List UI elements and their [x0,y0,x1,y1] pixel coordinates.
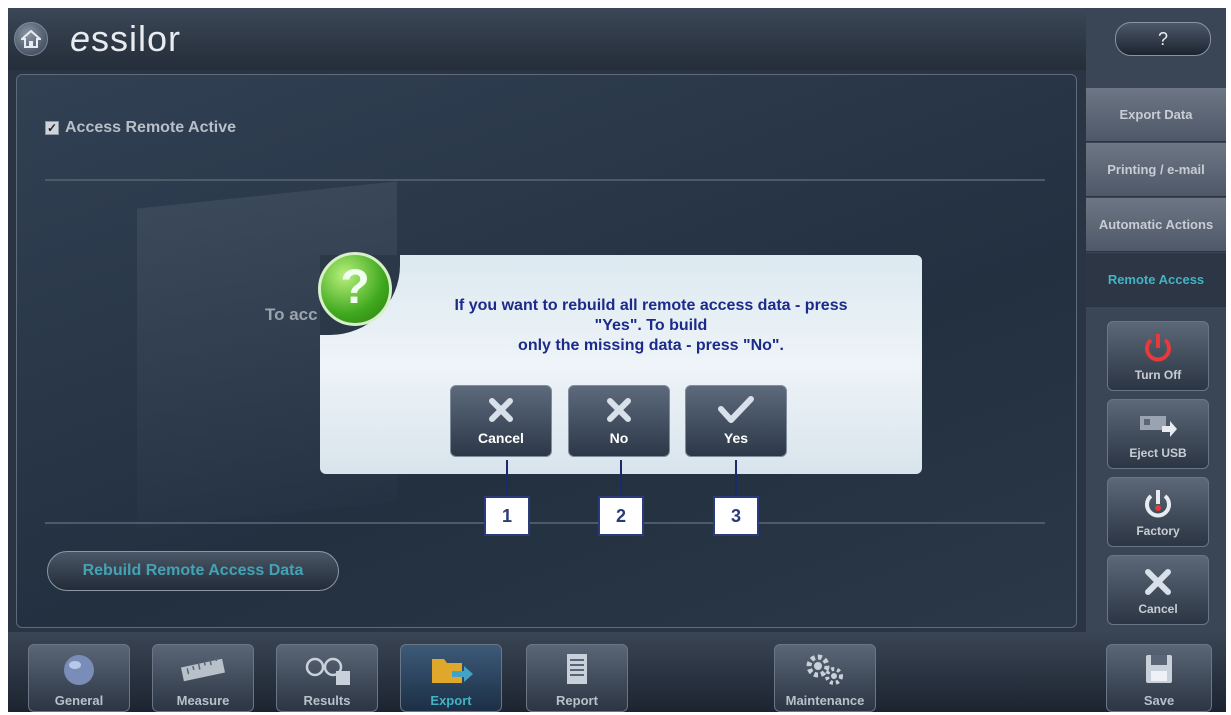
dialog-cancel-label: Cancel [478,430,524,446]
dialog-yes-label: Yes [723,430,749,446]
callout-3: 3 [713,496,759,536]
nav-maintenance[interactable]: Maintenance [774,644,876,712]
eject-usb-button[interactable]: Eject USB [1107,399,1209,469]
nav-report[interactable]: Report [526,644,628,712]
nav-report-label: Report [556,693,598,708]
access-remote-label: Access Remote Active [65,119,237,136]
divider-bottom [45,522,1045,524]
nav-export[interactable]: Export [400,644,502,712]
save-button[interactable]: Save [1106,644,1212,712]
access-remote-checkbox[interactable]: ✓ [45,121,59,135]
right-sidebar: ? Export Data Printing / e-mail Automati… [1086,8,1226,632]
factory-reset-icon [1145,490,1171,518]
ruler-icon [181,656,225,682]
nav-measure-label: Measure [176,693,230,708]
folder-export-icon [432,659,473,683]
dialog-no-label: No [609,430,629,446]
home-icon [21,30,41,48]
floppy-disk-icon [1146,655,1172,683]
question-icon: ? [318,252,392,326]
close-icon [489,398,513,422]
nav-export-label: Export [430,693,472,708]
turn-off-button[interactable]: Turn Off [1107,321,1209,391]
factory-button[interactable]: Factory [1107,477,1209,547]
dialog-cancel-button[interactable]: Cancel [450,385,552,457]
save-label: Save [1143,693,1175,708]
cancel-side-label: Cancel [1138,602,1178,616]
rebuild-remote-access-button[interactable]: Rebuild Remote Access Data [47,551,339,591]
bottom-nav: General Measure Results Export Report Ma… [8,632,1226,712]
report-icon [567,654,587,684]
dialog-yes-button[interactable]: Yes [685,385,787,457]
dialog-message-line2: "Yes". To build [594,317,708,334]
usb-eject-icon [1140,416,1177,437]
nav-results-label: Results [303,693,351,708]
header-bar: essilor [8,8,1086,70]
callout-2: 2 [598,496,644,536]
tab-remote-access[interactable]: Remote Access [1086,253,1226,307]
checkmark-icon [718,396,754,423]
tab-export-data[interactable]: Export Data [1086,88,1226,142]
nav-results[interactable]: Results [276,644,378,712]
callout-1: 1 [484,496,530,536]
factory-label: Factory [1136,524,1180,538]
access-remote-row: ✓ Access Remote Active [45,119,236,137]
glasses-icon [305,657,350,685]
power-icon [1145,334,1171,362]
dialog-message: If you want to rebuild all remote access… [420,296,882,356]
tab-printing-email[interactable]: Printing / e-mail [1086,143,1226,197]
home-button[interactable] [14,22,48,56]
close-icon [1145,569,1171,595]
cancel-side-button[interactable]: Cancel [1107,555,1209,625]
close-icon [607,398,631,422]
app-window: essilor ? Export Data Printing / e-mail … [8,8,1226,712]
nav-maintenance-label: Maintenance [785,693,865,708]
divider-top [45,179,1045,181]
help-button[interactable]: ? [1115,22,1211,56]
turn-off-label: Turn Off [1134,368,1182,382]
nav-general[interactable]: General [28,644,130,712]
dialog-no-button[interactable]: No [568,385,670,457]
eject-usb-label: Eject USB [1129,446,1187,460]
nav-measure[interactable]: Measure [152,644,254,712]
dialog-message-line3: only the missing data - press "No". [518,337,784,354]
tab-automatic-actions[interactable]: Automatic Actions [1086,198,1226,252]
gears-icon [806,654,843,685]
hint-text: To acc [265,305,318,324]
essilor-logo: essilor [70,18,182,59]
globe-icon [64,655,94,685]
dialog-message-line1: If you want to rebuild all remote access… [454,297,848,314]
nav-general-label: General [54,693,104,708]
